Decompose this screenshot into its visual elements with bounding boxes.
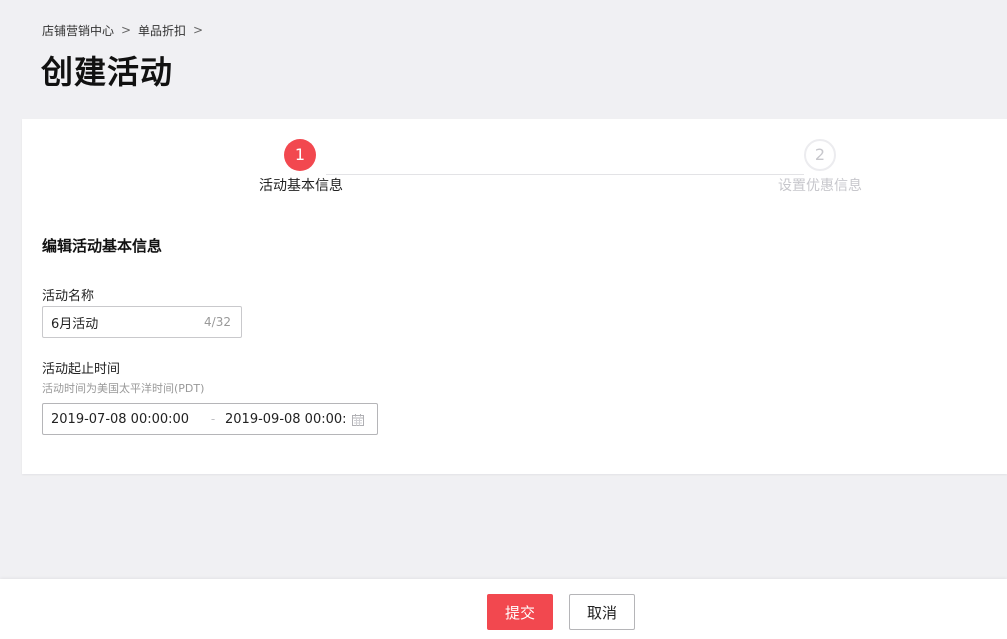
calendar-icon[interactable]: [351, 412, 365, 426]
activity-name-input[interactable]: 6月活动 4/32: [42, 306, 242, 338]
breadcrumb-item-single-discount[interactable]: 单品折扣: [138, 22, 186, 39]
chevron-right-icon: >: [193, 23, 204, 37]
date-range-separator: -: [210, 412, 216, 426]
activity-time-label: 活动起止时间: [42, 362, 121, 377]
activity-name-label: 活动名称: [42, 289, 95, 304]
page-title: 创建活动: [41, 53, 174, 91]
cancel-button[interactable]: 取消: [569, 594, 635, 630]
step-1-label: 活动基本信息: [259, 178, 343, 194]
step-2-circle: 2: [804, 139, 836, 171]
breadcrumb-item-marketing-center[interactable]: 店铺营销中心: [42, 22, 114, 39]
submit-button[interactable]: 提交: [487, 594, 553, 630]
char-counter: 4/32: [204, 315, 231, 329]
end-date-input[interactable]: 2019-09-08 00:00:00: [225, 412, 345, 427]
section-title: 编辑活动基本信息: [42, 237, 163, 255]
chevron-right-icon: >: [120, 23, 132, 37]
breadcrumb: 店铺营销中心 > 单品折扣 >: [42, 22, 210, 38]
form-card: 1 活动基本信息 2 设置优惠信息 编辑活动基本信息 活动名称 6月活动 4/3…: [22, 119, 1007, 474]
timezone-hint: 活动时间为美国太平洋时间(PDT): [42, 382, 205, 395]
step-connector: [326, 174, 804, 175]
step-2-label: 设置优惠信息: [778, 178, 862, 194]
date-range-picker[interactable]: 2019-07-08 00:00:00 - 2019-09-08 00:00:0…: [42, 403, 378, 435]
footer-bar: 提交 取消: [0, 579, 1007, 639]
activity-name-value: 6月活动: [51, 316, 99, 332]
step-indicator: 1 活动基本信息 2 设置优惠信息: [22, 139, 1007, 199]
step-1-circle: 1: [284, 139, 316, 171]
start-date-input[interactable]: 2019-07-08 00:00:00: [51, 412, 201, 427]
